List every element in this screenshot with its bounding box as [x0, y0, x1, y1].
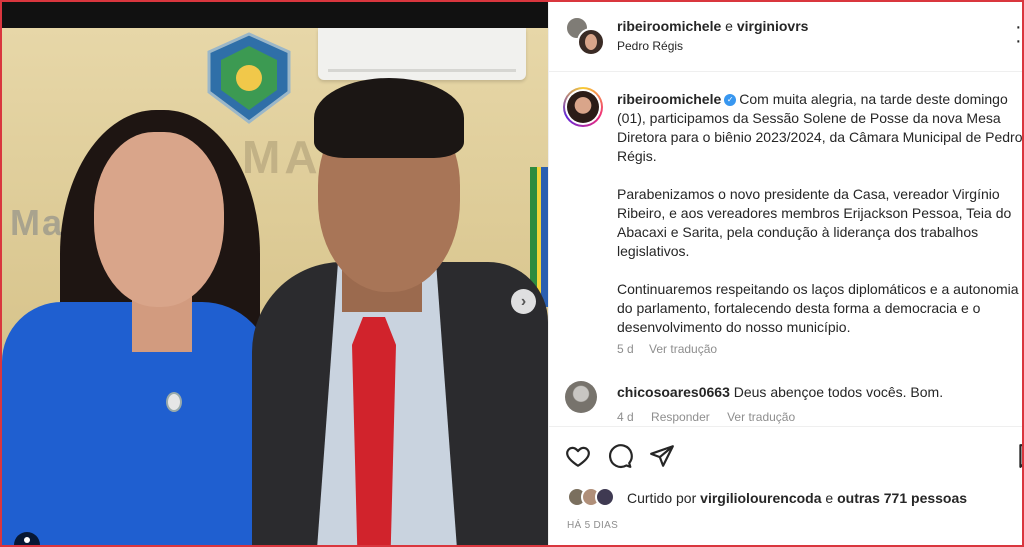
comment-icon[interactable] [607, 443, 633, 469]
municipal-crest [207, 32, 291, 124]
likes-joiner: e [825, 490, 834, 506]
author-joiner: e [725, 18, 733, 34]
caption-paragraph-2: Parabenizamos o novo presidente da Casa,… [617, 186, 1012, 259]
avatar[interactable] [565, 381, 597, 413]
reply-link[interactable]: Responder [651, 410, 710, 424]
collab-avatars[interactable] [565, 16, 605, 56]
post-sidebar: ribeiroomichele e virginiovrs Pedro Régi… [548, 2, 1024, 545]
chevron-right-icon[interactable]: › [511, 289, 536, 314]
post-actions: Curtido por virgiliolourencoda e outras … [549, 426, 1024, 545]
share-icon[interactable] [649, 443, 675, 469]
location-link[interactable]: Pedro Régis [617, 39, 683, 53]
comment-translate-link[interactable]: Ver tradução [727, 410, 795, 424]
post-photo[interactable]: MARÁ Ma al da › [2, 2, 548, 545]
caption-age: 5 d [617, 342, 634, 356]
comments-scroll[interactable]: ribeiroomichele ✓ Com muita alegria, na ta… [549, 73, 1022, 425]
caption-meta: 5 d Ver tradução [617, 342, 729, 356]
photo-top-band [2, 2, 548, 28]
avatar[interactable] [563, 87, 603, 127]
likes-summary: Curtido por virgiliolourencoda e outras … [627, 490, 967, 506]
likes-count-link[interactable]: outras 771 pessoas [837, 490, 967, 506]
author-link[interactable]: ribeiroomichele [617, 18, 721, 34]
post-header: ribeiroomichele e virginiovrs Pedro Régi… [549, 2, 1022, 72]
comment-text: chicosoares0663 Deus abençoe todos vocês… [617, 384, 943, 400]
comment-meta: 4 d Responder Ver tradução [617, 410, 809, 424]
caption-paragraph-3: Continuaremos respeitando os laços diplo… [617, 281, 1019, 335]
pendant [166, 392, 182, 412]
post-window: MARÁ Ma al da › ribeiroomichele e virgin… [0, 0, 1024, 547]
likers-avatars[interactable] [567, 487, 623, 509]
liker-link[interactable]: virgiliolourencoda [700, 490, 821, 506]
caption-translate-link[interactable]: Ver tradução [649, 342, 717, 356]
heart-icon[interactable] [565, 443, 591, 469]
author-names: ribeiroomichele e virginiovrs [617, 18, 808, 34]
comment-age: 4 d [617, 410, 634, 424]
more-options-icon[interactable]: · · [1015, 17, 1022, 51]
comment-body: Deus abençoe todos vocês. Bom. [733, 384, 944, 400]
man-tie [352, 317, 396, 545]
air-conditioner [318, 28, 526, 80]
save-icon[interactable] [1015, 443, 1024, 469]
coauthor-link[interactable]: virginiovrs [737, 18, 809, 34]
caption-author[interactable]: ribeiroomichele [617, 91, 721, 107]
comment-author[interactable]: chicosoares0663 [617, 384, 730, 400]
post-caption: ribeiroomichele ✓ Com muita alegria, na ta… [617, 90, 1022, 356]
verified-icon: ✓ [724, 94, 737, 107]
post-date[interactable]: HÁ 5 DIAS [567, 520, 618, 531]
woman-face [94, 132, 224, 307]
man-hair [314, 78, 464, 158]
avatar[interactable] [577, 28, 605, 56]
avatar[interactable] [595, 487, 615, 507]
likes-prefix: Curtido por [627, 490, 697, 506]
